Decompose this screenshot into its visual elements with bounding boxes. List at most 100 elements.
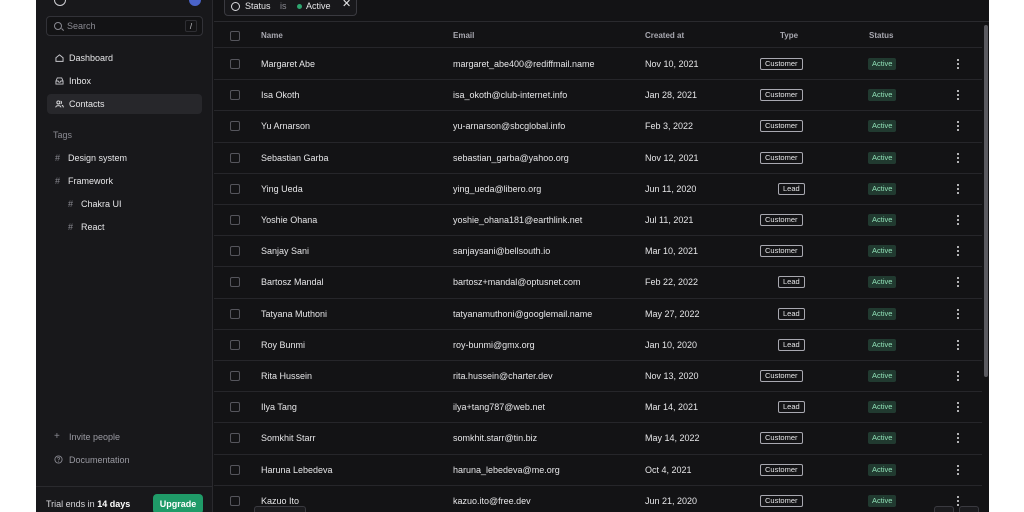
table-row[interactable]: Bartosz Mandal bartosz+mandal@optusnet.co… <box>214 267 982 299</box>
scroll-thumb[interactable] <box>984 25 988 377</box>
sidebar-item-contacts[interactable]: Contacts <box>47 94 202 114</box>
contact-name: Rita Hussein <box>261 371 313 381</box>
table-row[interactable]: Kazuo Ito kazuo.ito@free.dev Jun 21, 2020 C… <box>214 486 982 512</box>
previous-page-button[interactable] <box>934 506 954 512</box>
row-checkbox[interactable] <box>230 371 240 381</box>
more-actions-icon[interactable] <box>956 400 960 414</box>
row-checkbox[interactable] <box>230 308 240 319</box>
more-actions-icon[interactable] <box>956 57 960 71</box>
status-badge: Active <box>868 432 897 445</box>
table-row[interactable]: Isa Okoth isa_okoth@club-internet.info Jan… <box>214 80 982 112</box>
column-header-name[interactable]: Name <box>261 31 283 40</box>
sidebar: Search / Dashboard Inbox Contacts Tags #… <box>36 0 213 512</box>
row-checkbox[interactable] <box>230 215 240 225</box>
hash-icon: # <box>55 153 61 163</box>
contact-name: Isa Okoth <box>261 90 300 101</box>
upgrade-button[interactable]: Upgrade <box>153 494 203 512</box>
tags-heading: Tags <box>53 130 73 140</box>
status-badge: Active <box>868 338 897 351</box>
created-date: Nov 13, 2020 <box>645 371 699 381</box>
logo-icon[interactable] <box>54 0 66 6</box>
created-date: Jan 10, 2020 <box>645 339 698 350</box>
status-dot-icon <box>297 4 302 9</box>
column-header-status[interactable]: Status <box>869 31 893 40</box>
row-checkbox[interactable] <box>230 183 240 194</box>
table-row[interactable]: Yoshie Ohana yoshie_ohana181@earthlink.ne… <box>214 205 982 237</box>
more-actions-icon[interactable] <box>956 88 960 102</box>
tag-label: Design system <box>68 153 128 163</box>
contact-email: ying_ueda@libero.org <box>453 183 542 194</box>
search-input[interactable]: Search / <box>46 16 203 36</box>
more-actions-icon[interactable] <box>956 182 960 196</box>
contact-name: Margaret Abe <box>261 59 316 69</box>
created-date: Nov 12, 2021 <box>645 152 699 163</box>
table-row[interactable]: Roy Bunmi roy-bunmi@gmx.org Jan 10, 2020 Le… <box>214 330 982 361</box>
sidebar-item-inbox[interactable]: Inbox <box>47 71 202 91</box>
table-row[interactable]: Sanjay Sani sanjaysani@bellsouth.io Mar 10… <box>214 236 982 268</box>
table-row[interactable]: Somkhit Starr somkhit.starr@tin.biz May 14… <box>214 423 982 455</box>
table-row[interactable]: Rita Hussein rita.hussein@charter.dev Nov … <box>214 361 982 393</box>
contact-email: rita.hussein@charter.dev <box>453 371 553 381</box>
type-badge: Lead <box>778 307 805 320</box>
row-checkbox[interactable] <box>230 277 240 288</box>
table-row[interactable]: Tatyana Muthoni tatyanamuthoni@googlemail… <box>214 299 982 330</box>
more-actions-icon[interactable] <box>956 338 960 352</box>
close-icon[interactable]: ✕ <box>342 0 351 10</box>
row-checkbox[interactable] <box>230 402 240 413</box>
trial-days: 14 days <box>97 499 131 509</box>
row-checkbox[interactable] <box>230 339 240 350</box>
contact-name: Bartosz Mandal <box>261 277 324 288</box>
search-shortcut-key: / <box>185 20 197 32</box>
more-actions-icon[interactable] <box>956 463 960 477</box>
type-badge: Customer <box>760 151 803 164</box>
table-row[interactable]: Margaret Abe margaret_abe400@rediffmail.n… <box>214 49 982 81</box>
row-checkbox[interactable] <box>230 121 240 132</box>
contact-email: margaret_abe400@rediffmail.name <box>453 59 595 69</box>
column-header-email[interactable]: Email <box>453 31 474 40</box>
table-scrollbar[interactable] <box>983 23 989 512</box>
row-checkbox[interactable] <box>230 495 240 506</box>
avatar[interactable] <box>189 0 201 6</box>
contact-name: Haruna Lebedeva <box>261 464 333 475</box>
table-row[interactable]: Yu Arnarson yu-arnarson@sbcglobal.info Feb… <box>214 111 982 143</box>
home-icon <box>55 54 64 62</box>
table-row[interactable]: Ying Ueda ying_ueda@libero.org Jun 11, 202… <box>214 174 982 205</box>
row-checkbox[interactable] <box>230 246 240 257</box>
contact-email: tatyanamuthoni@googlemail.name <box>453 308 593 319</box>
rows-per-page-select[interactable] <box>254 506 306 512</box>
contact-email: yu-arnarson@sbcglobal.info <box>453 121 566 132</box>
contact-name: Yoshie Ohana <box>261 215 318 225</box>
column-header-type[interactable]: Type <box>780 31 798 40</box>
table-row[interactable]: Haruna Lebedeva haruna_lebedeva@me.org Oct… <box>214 455 982 486</box>
status-filter-chip[interactable]: Status is Active ✕ <box>224 0 357 16</box>
column-header-created[interactable]: Created at <box>645 31 684 40</box>
more-actions-icon[interactable] <box>956 275 960 289</box>
row-checkbox[interactable] <box>230 464 240 475</box>
contact-name: Roy Bunmi <box>261 339 306 350</box>
contact-email: bartosz+mandal@optusnet.com <box>453 277 581 288</box>
row-checkbox[interactable] <box>230 90 240 101</box>
next-page-button[interactable] <box>959 506 979 512</box>
more-actions-icon[interactable] <box>956 119 960 133</box>
table-row[interactable]: Ilya Tang ilya+tang787@web.net Mar 14, 202… <box>214 392 982 424</box>
contact-email: somkhit.starr@tin.biz <box>453 433 538 444</box>
more-actions-icon[interactable] <box>956 369 960 383</box>
select-all-checkbox[interactable] <box>230 31 240 41</box>
table-row[interactable]: Sebastian Garba sebastian_garba@yahoo.org… <box>214 143 982 174</box>
row-checkbox[interactable] <box>230 152 240 163</box>
type-badge: Customer <box>760 370 803 382</box>
created-date: Jan 28, 2021 <box>645 90 698 101</box>
row-checkbox[interactable] <box>230 59 240 69</box>
more-actions-icon[interactable] <box>956 431 960 445</box>
more-actions-icon[interactable] <box>956 151 960 165</box>
tag-label: Chakra UI <box>81 199 122 209</box>
plus-icon: + <box>54 431 60 442</box>
more-actions-icon[interactable] <box>956 213 960 227</box>
app-window: Search / Dashboard Inbox Contacts Tags #… <box>36 0 989 512</box>
hash-icon: # <box>55 176 61 186</box>
row-checkbox[interactable] <box>230 433 240 444</box>
more-actions-icon[interactable] <box>956 307 960 321</box>
more-actions-icon[interactable] <box>956 244 960 258</box>
type-badge: Customer <box>760 494 803 507</box>
sidebar-item-dashboard[interactable]: Dashboard <box>47 48 202 68</box>
